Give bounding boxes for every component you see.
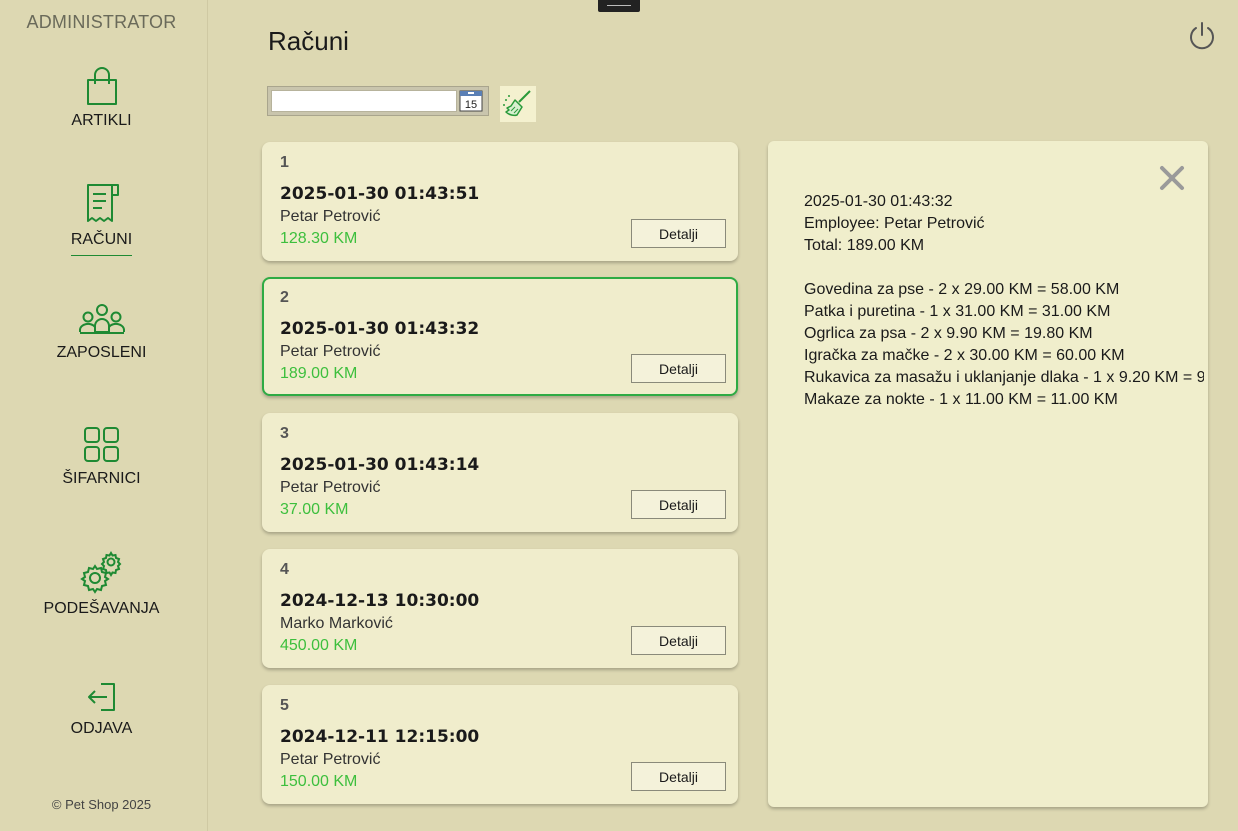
receipt-card-selected[interactable]: 2 2025-01-30 01:43:32 Petar Petrović 189… <box>262 277 738 396</box>
receipt-card[interactable]: 5 2024-12-11 12:15:00 Petar Petrović 150… <box>262 685 738 804</box>
receipt-total: 128.30 KM <box>280 230 358 247</box>
receipt-date: 2025-01-30 01:43:32 <box>280 319 480 339</box>
power-icon <box>1190 22 1214 50</box>
details-line-item: Makaze za nokte - 1 x 11.00 KM = 11.00 K… <box>804 391 1118 408</box>
details-text: 2025-01-30 01:43:32 Employee: Petar Petr… <box>804 191 1204 411</box>
receipt-card[interactable]: 4 2024-12-13 10:30:00 Marko Marković 450… <box>262 549 738 668</box>
sidebar-item-label: ARTIKLI <box>71 112 132 129</box>
receipt-number: 3 <box>280 425 289 442</box>
details-employee: Employee: Petar Petrović <box>804 215 985 232</box>
receipt-card[interactable]: 1 2025-01-30 01:43:51 Petar Petrović 128… <box>262 142 738 261</box>
power-button[interactable] <box>1186 20 1218 52</box>
people-group-icon <box>78 304 125 334</box>
receipt-date: 2025-01-30 01:43:51 <box>280 184 480 204</box>
page-title: Računi <box>268 26 349 56</box>
sidebar-item-label: PODEŠAVANJA <box>43 600 160 617</box>
receipt-total: 189.00 KM <box>280 365 358 382</box>
details-button[interactable]: Detalji <box>631 762 726 791</box>
close-icon <box>1160 166 1184 190</box>
calendar-icon: 15 <box>459 90 483 112</box>
receipt-icon <box>86 184 119 222</box>
receipt-number: 2 <box>280 289 289 306</box>
receipt-date: 2024-12-11 12:15:00 <box>280 727 480 747</box>
sidebar: ADMINISTRATOR ARTIKLI RAČUNI ZAPOSLENI Š… <box>0 0 208 831</box>
copyright-text: © Pet Shop 2025 <box>51 797 152 812</box>
receipt-number: 5 <box>280 697 289 714</box>
receipt-employee: Petar Petrović <box>280 479 381 496</box>
sidebar-item-odjava[interactable]: ODJAVA <box>0 680 203 738</box>
date-filter: 15 <box>267 86 489 116</box>
receipt-total: 450.00 KM <box>280 637 358 654</box>
sidebar-item-label: ODJAVA <box>70 720 133 737</box>
receipt-details-panel: 2025-01-30 01:43:32 Employee: Petar Petr… <box>768 141 1208 807</box>
receipt-total: 37.00 KM <box>280 501 349 518</box>
close-details-button[interactable] <box>1157 163 1187 193</box>
sidebar-item-podesavanja[interactable]: PODEŠAVANJA <box>0 550 203 618</box>
receipt-date: 2024-12-13 10:30:00 <box>280 591 480 611</box>
receipt-total: 150.00 KM <box>280 773 358 790</box>
broom-icon <box>503 90 531 117</box>
date-filter-input[interactable] <box>271 90 457 112</box>
clear-filter-button[interactable] <box>500 86 536 122</box>
receipt-card[interactable]: 3 2025-01-30 01:43:14 Petar Petrović 37.… <box>262 413 738 532</box>
logout-arrow-icon <box>87 683 115 711</box>
receipt-date: 2025-01-30 01:43:14 <box>280 455 480 475</box>
details-button[interactable]: Detalji <box>631 354 726 383</box>
window-drag-handle[interactable] <box>598 0 640 12</box>
sidebar-item-sifarnici[interactable]: ŠIFARNICI <box>0 426 203 488</box>
details-button[interactable]: Detalji <box>631 490 726 519</box>
details-total: Total: 189.00 KM <box>804 237 925 254</box>
sidebar-item-racuni[interactable]: RAČUNI <box>0 181 203 256</box>
receipt-employee: Marko Marković <box>280 615 393 632</box>
calendar-day: 15 <box>465 99 477 111</box>
sidebar-item-label: ŠIFARNICI <box>62 470 141 487</box>
sidebar-item-label: ZAPOSLENI <box>56 344 147 361</box>
grid-icon <box>83 427 119 462</box>
details-line-item: Ogrlica za psa - 2 x 9.90 KM = 19.80 KM <box>804 325 1093 342</box>
calendar-button[interactable]: 15 <box>459 90 483 112</box>
details-line-item: Govedina za pse - 2 x 29.00 KM = 58.00 K… <box>804 281 1120 298</box>
details-button[interactable]: Detalji <box>631 626 726 655</box>
sidebar-item-artikli[interactable]: ARTIKLI <box>0 66 203 130</box>
sidebar-item-zaposleni[interactable]: ZAPOSLENI <box>0 302 203 362</box>
receipt-number: 1 <box>280 154 289 171</box>
receipt-employee: Petar Petrović <box>280 208 381 225</box>
user-role-label: ADMINISTRATOR <box>26 12 177 32</box>
sidebar-item-label: RAČUNI <box>70 231 133 256</box>
shopping-bag-icon <box>86 67 117 105</box>
details-line-item: Rukavica za masažu i uklanjanje dlaka - … <box>804 369 1204 386</box>
receipt-employee: Petar Petrović <box>280 343 381 360</box>
details-line-item: Patka i puretina - 1 x 31.00 KM = 31.00 … <box>804 303 1111 320</box>
receipt-employee: Petar Petrović <box>280 751 381 768</box>
details-line-item: Igračka za mačke - 2 x 30.00 KM = 60.00 … <box>804 347 1125 364</box>
gears-icon <box>79 551 121 594</box>
details-date: 2025-01-30 01:43:32 <box>804 193 953 210</box>
details-button[interactable]: Detalji <box>631 219 726 248</box>
receipt-number: 4 <box>280 561 289 578</box>
